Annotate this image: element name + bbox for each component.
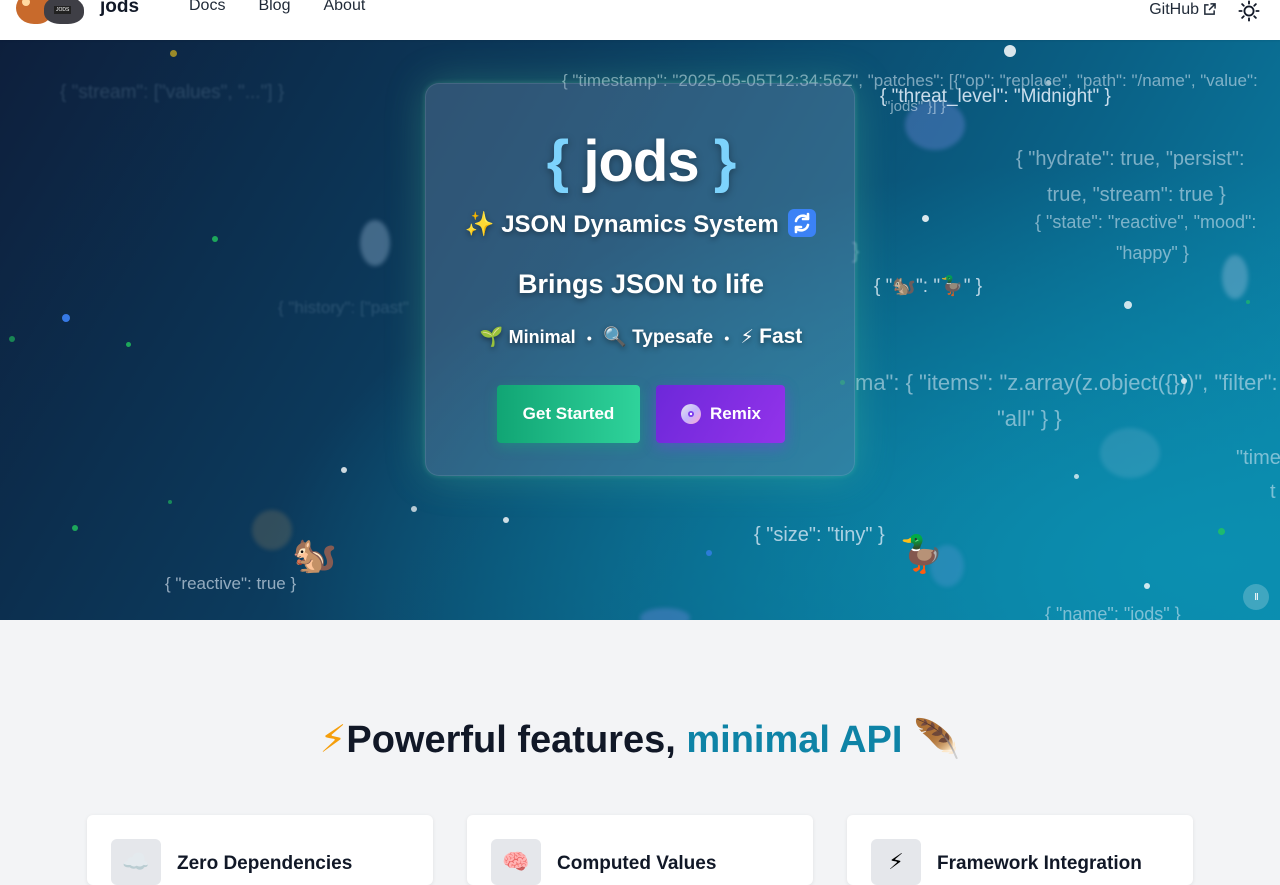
particle xyxy=(1246,300,1250,304)
particle xyxy=(212,236,218,242)
floating-bubble xyxy=(640,608,690,620)
floating-bubble xyxy=(252,510,292,550)
floating-bubble xyxy=(1222,255,1248,299)
particle xyxy=(1124,301,1132,309)
jods-logo xyxy=(14,0,86,26)
floating-json: { "size": "tiny" } xyxy=(754,524,885,546)
hero-feature-list: 🌱 Minimal • 🔍 Typesafe • ⚡ Fast xyxy=(426,325,856,349)
floating-json: { "threat_level": "Midnight" } xyxy=(880,86,1111,107)
floating-json: { "hydrate": true, "persist": xyxy=(1016,148,1245,170)
seedling-icon: 🌱 xyxy=(479,327,504,348)
floating-json: "happy" } xyxy=(1116,243,1189,263)
brand-name: jods xyxy=(100,0,140,17)
features-heading-main: Powerful features, xyxy=(346,719,687,761)
particle xyxy=(411,506,417,512)
floating-json: "time xyxy=(1236,447,1280,469)
particle xyxy=(170,50,177,57)
lightning-icon: ⚡ xyxy=(319,719,347,761)
squirrel-mascot: 🐿️ xyxy=(292,534,337,575)
particle xyxy=(341,467,347,473)
feature-card-framework-integration: ⚡ Framework Integration xyxy=(847,815,1193,885)
hero-title-word: jods xyxy=(583,129,699,194)
feature-typesafe: Typesafe xyxy=(632,327,714,348)
floating-json: true, "stream": true } xyxy=(1047,184,1226,206)
particle xyxy=(1144,583,1150,589)
features-heading-accent: minimal API xyxy=(686,719,903,761)
hero-tagline: Brings JSON to life xyxy=(517,269,765,299)
feature-minimal: Minimal xyxy=(508,327,576,347)
feature-card-title: Framework Integration xyxy=(937,853,1142,874)
separator: • xyxy=(586,330,592,346)
feature-card-zero-dependencies: ☁️ Zero Dependencies xyxy=(87,815,433,885)
feature-fast: Fast xyxy=(759,325,803,348)
nav-link-blog[interactable]: Blog xyxy=(258,0,290,15)
hero-title: { jods } xyxy=(426,128,856,195)
brand-link[interactable]: jods xyxy=(14,0,139,26)
disc-icon xyxy=(680,404,701,424)
floating-json: "all" } } xyxy=(997,406,1062,431)
nav-link-about[interactable]: About xyxy=(323,0,365,15)
duck-mascot-image xyxy=(44,0,84,24)
particle xyxy=(72,525,78,531)
nav-right: GitHub xyxy=(1149,0,1260,22)
hero-section: { "timestamp": "2025-05-05T12:34:56Z", "… xyxy=(0,40,1280,620)
brace-open: { xyxy=(546,129,570,194)
floating-bubble xyxy=(360,220,390,266)
remix-button[interactable]: Remix xyxy=(656,385,785,443)
features-heading: ⚡Powerful features, minimal API 🪶 xyxy=(0,717,1280,762)
particle xyxy=(706,550,712,556)
particle xyxy=(126,342,131,347)
floating-json: { "state": "reactive", "mood": xyxy=(1035,212,1257,232)
particle xyxy=(62,314,70,322)
particle xyxy=(1218,528,1225,535)
particle xyxy=(168,500,172,504)
github-link[interactable]: GitHub xyxy=(1149,1,1216,19)
lightning-icon: ⚡ xyxy=(740,327,754,348)
separator: • xyxy=(724,330,730,346)
floating-json: { "name": "jods" } xyxy=(1045,604,1181,620)
feature-card-title: Zero Dependencies xyxy=(177,853,353,874)
get-started-button[interactable]: Get Started xyxy=(497,385,640,443)
refresh-icon xyxy=(788,209,817,237)
magnifier-icon: 🔍 xyxy=(603,327,627,348)
hero-subtitle-text: JSON Dynamics System xyxy=(501,211,779,238)
remix-label: Remix xyxy=(709,404,762,423)
nav-links: Docs Blog About xyxy=(189,0,365,15)
lightning-icon: ⚡ xyxy=(871,839,921,885)
particle xyxy=(1004,45,1016,57)
external-link-icon xyxy=(1204,3,1216,15)
brace-close: } xyxy=(713,129,737,194)
floating-json: { "reactive": true } xyxy=(165,574,297,593)
floating-json: { "history": ["past" xyxy=(278,298,409,317)
floating-json: ma": { "items": "z.array(z.object({}))",… xyxy=(855,370,1278,395)
particle xyxy=(503,517,509,523)
floating-json: { "stream": ["values", "..."] } xyxy=(60,82,285,103)
sun-icon[interactable] xyxy=(1238,0,1260,22)
particle xyxy=(1074,474,1079,479)
feature-card-computed-values: 🧠 Computed Values xyxy=(467,815,813,885)
brain-icon: 🧠 xyxy=(491,839,541,885)
floating-bubble xyxy=(1100,428,1160,478)
particle xyxy=(9,336,15,342)
feather-icon: 🪶 xyxy=(913,719,961,761)
hero-card: { jods } ✨ JSON Dynamics System Brings J… xyxy=(425,83,855,476)
pause-animation-button[interactable]: II xyxy=(1243,584,1269,610)
navbar: jods Docs Blog About GitHub xyxy=(0,0,1280,40)
cloud-icon: ☁️ xyxy=(111,839,161,885)
floating-json: t xyxy=(1270,481,1276,503)
sparkles-icon: ✨ xyxy=(464,211,495,238)
floating-json: { "🐿️": "🦆" } xyxy=(874,276,983,297)
particle xyxy=(922,215,929,222)
hero-subtitle: ✨ JSON Dynamics System xyxy=(426,208,856,239)
duck-mascot: 🦆 xyxy=(899,533,944,574)
feature-card-title: Computed Values xyxy=(557,853,717,874)
github-label: GitHub xyxy=(1149,0,1199,18)
nav-link-docs[interactable]: Docs xyxy=(189,0,225,15)
